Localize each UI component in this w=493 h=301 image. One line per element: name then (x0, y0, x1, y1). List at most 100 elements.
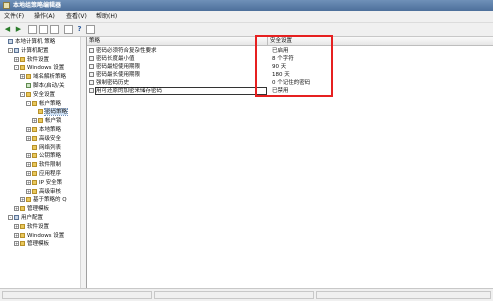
tree-node[interactable]: + 管理模板 (14, 241, 49, 248)
folder-icon (38, 109, 43, 115)
menu-view[interactable]: 查看(V) (66, 12, 87, 21)
expand-icon[interactable]: + (14, 56, 19, 62)
tree-node-label: 软件限制 (39, 162, 62, 169)
expand-icon[interactable]: + (26, 153, 31, 159)
status-bar (0, 288, 493, 301)
tree-node-label: 用户配置 (21, 215, 44, 221)
expand-icon[interactable]: + (26, 188, 31, 194)
expand-icon[interactable]: + (26, 179, 31, 185)
tree-node[interactable]: + 域名解析策略 (20, 74, 66, 81)
tree-node-label: 本地计算机 策略 (15, 39, 56, 45)
folder-icon (32, 127, 37, 132)
tree-node-label: Windows 设置 (27, 65, 65, 72)
tree-node[interactable]: + 高级审核 (26, 188, 62, 196)
menu-bar: 文件(F) 操作(A) 查看(V) 帮助(H) (0, 11, 493, 23)
tree-scrollbar[interactable] (80, 37, 86, 288)
policy-icon (89, 80, 94, 85)
menu-help[interactable]: 帮助(H) (96, 12, 117, 21)
folder-icon (32, 135, 37, 141)
menu-file[interactable]: 文件(F) (4, 12, 24, 21)
folder-icon (20, 241, 25, 247)
folder-icon (20, 223, 25, 229)
tree-node[interactable]: - 用户配置 (8, 215, 43, 222)
tree-node-label: 高级审核 (39, 188, 62, 195)
folder-icon (32, 188, 37, 194)
script-icon (26, 83, 31, 88)
tree-node[interactable]: + 帐户锁 (32, 118, 62, 125)
folder-icon (20, 232, 25, 238)
status-segment (154, 291, 314, 299)
tree-node[interactable]: 密码策略 (32, 108, 69, 117)
expand-icon[interactable]: + (26, 171, 31, 176)
tree-node[interactable]: 网络列表 (26, 144, 61, 152)
expand-icon[interactable]: + (20, 74, 25, 80)
export-icon[interactable] (64, 25, 73, 34)
status-segment (2, 291, 152, 299)
collapse-icon[interactable]: - (20, 91, 25, 97)
tree-node-label: 计算机配置 (21, 47, 49, 54)
column-policy[interactable]: 策略 (89, 37, 100, 45)
tree-node[interactable]: + 软件设置 (14, 223, 49, 231)
folder-icon (26, 91, 31, 97)
folder-icon (20, 65, 25, 71)
tree-node[interactable]: + IP 安全策 (26, 179, 62, 187)
folder-icon (32, 153, 37, 159)
tree-node[interactable]: + 本地策略 (26, 127, 61, 134)
expand-icon[interactable]: + (26, 135, 31, 141)
tree-node[interactable]: + 软件设置 (14, 56, 50, 64)
expand-icon[interactable]: + (14, 232, 19, 238)
tree-node[interactable]: + 应用程序 (26, 171, 61, 178)
expand-icon[interactable]: + (14, 241, 19, 247)
tree-node[interactable]: - 安全设置 (20, 91, 55, 99)
policy-icon (89, 88, 94, 93)
tree-node[interactable]: - 计算机配置 (8, 47, 49, 55)
expand-icon[interactable]: + (26, 127, 31, 132)
highlight-box (255, 35, 333, 97)
policy-icon (89, 64, 94, 69)
policy-name: 密码必须符合复杂性要求 (96, 48, 157, 54)
toolbar: ◀ ▶ ? (0, 23, 493, 37)
collapse-icon[interactable]: - (8, 215, 13, 220)
tree-node-label: 软件设置 (27, 56, 50, 63)
tree-node-label: 本地策略 (39, 127, 62, 133)
expand-icon[interactable]: + (20, 197, 25, 203)
tree-node-label: 帐户锁 (45, 118, 62, 125)
show-hide-tree-icon[interactable] (39, 25, 48, 34)
tree-node[interactable]: - Windows 设置 (14, 65, 64, 72)
tree-node[interactable]: - 帐户策略 (26, 100, 61, 108)
tree-node[interactable]: 本地计算机 策略 (2, 39, 55, 46)
window-title: 本地组策略编辑器 (13, 2, 62, 9)
folder-icon (20, 56, 25, 62)
properties-icon[interactable] (86, 25, 95, 34)
menu-action[interactable]: 操作(A) (34, 12, 55, 21)
expand-icon[interactable]: + (14, 223, 19, 229)
policy-icon (89, 72, 94, 77)
expand-icon[interactable]: + (32, 118, 37, 124)
folder-icon (32, 162, 37, 168)
back-icon[interactable]: ◀ (3, 25, 12, 34)
tree-node[interactable]: + Windows 设置 (14, 232, 64, 240)
help-icon[interactable]: ? (75, 25, 84, 34)
refresh-icon[interactable] (50, 25, 59, 34)
tree-node[interactable]: + 高级安全 (26, 135, 61, 143)
collapse-icon[interactable]: - (14, 65, 19, 71)
tree-node[interactable]: + 管理模板 (14, 206, 49, 213)
forward-icon[interactable]: ▶ (14, 25, 23, 34)
policy-name: 用可还原的加密来储存密码 (95, 87, 267, 95)
folder-icon (26, 197, 31, 203)
expand-icon[interactable]: + (14, 206, 19, 212)
folder-icon (38, 118, 43, 124)
tree-node[interactable]: + 基于策略的 Q (20, 197, 67, 204)
tree-node[interactable]: + 软件限制 (26, 162, 61, 169)
collapse-icon[interactable]: - (8, 47, 13, 53)
collapse-icon[interactable]: - (26, 100, 31, 106)
folder-icon (20, 206, 25, 212)
policy-icon (89, 56, 94, 61)
tree-node[interactable]: 脚本(启动/关 (20, 83, 65, 90)
tree-node[interactable]: + 公钥策略 (26, 153, 61, 160)
policy-name: 密码长度最小值 (96, 56, 135, 62)
tree-node-label: 管理模板 (27, 241, 50, 248)
expand-icon[interactable]: + (26, 162, 31, 168)
up-icon[interactable] (28, 25, 37, 34)
computer-icon (14, 47, 19, 53)
